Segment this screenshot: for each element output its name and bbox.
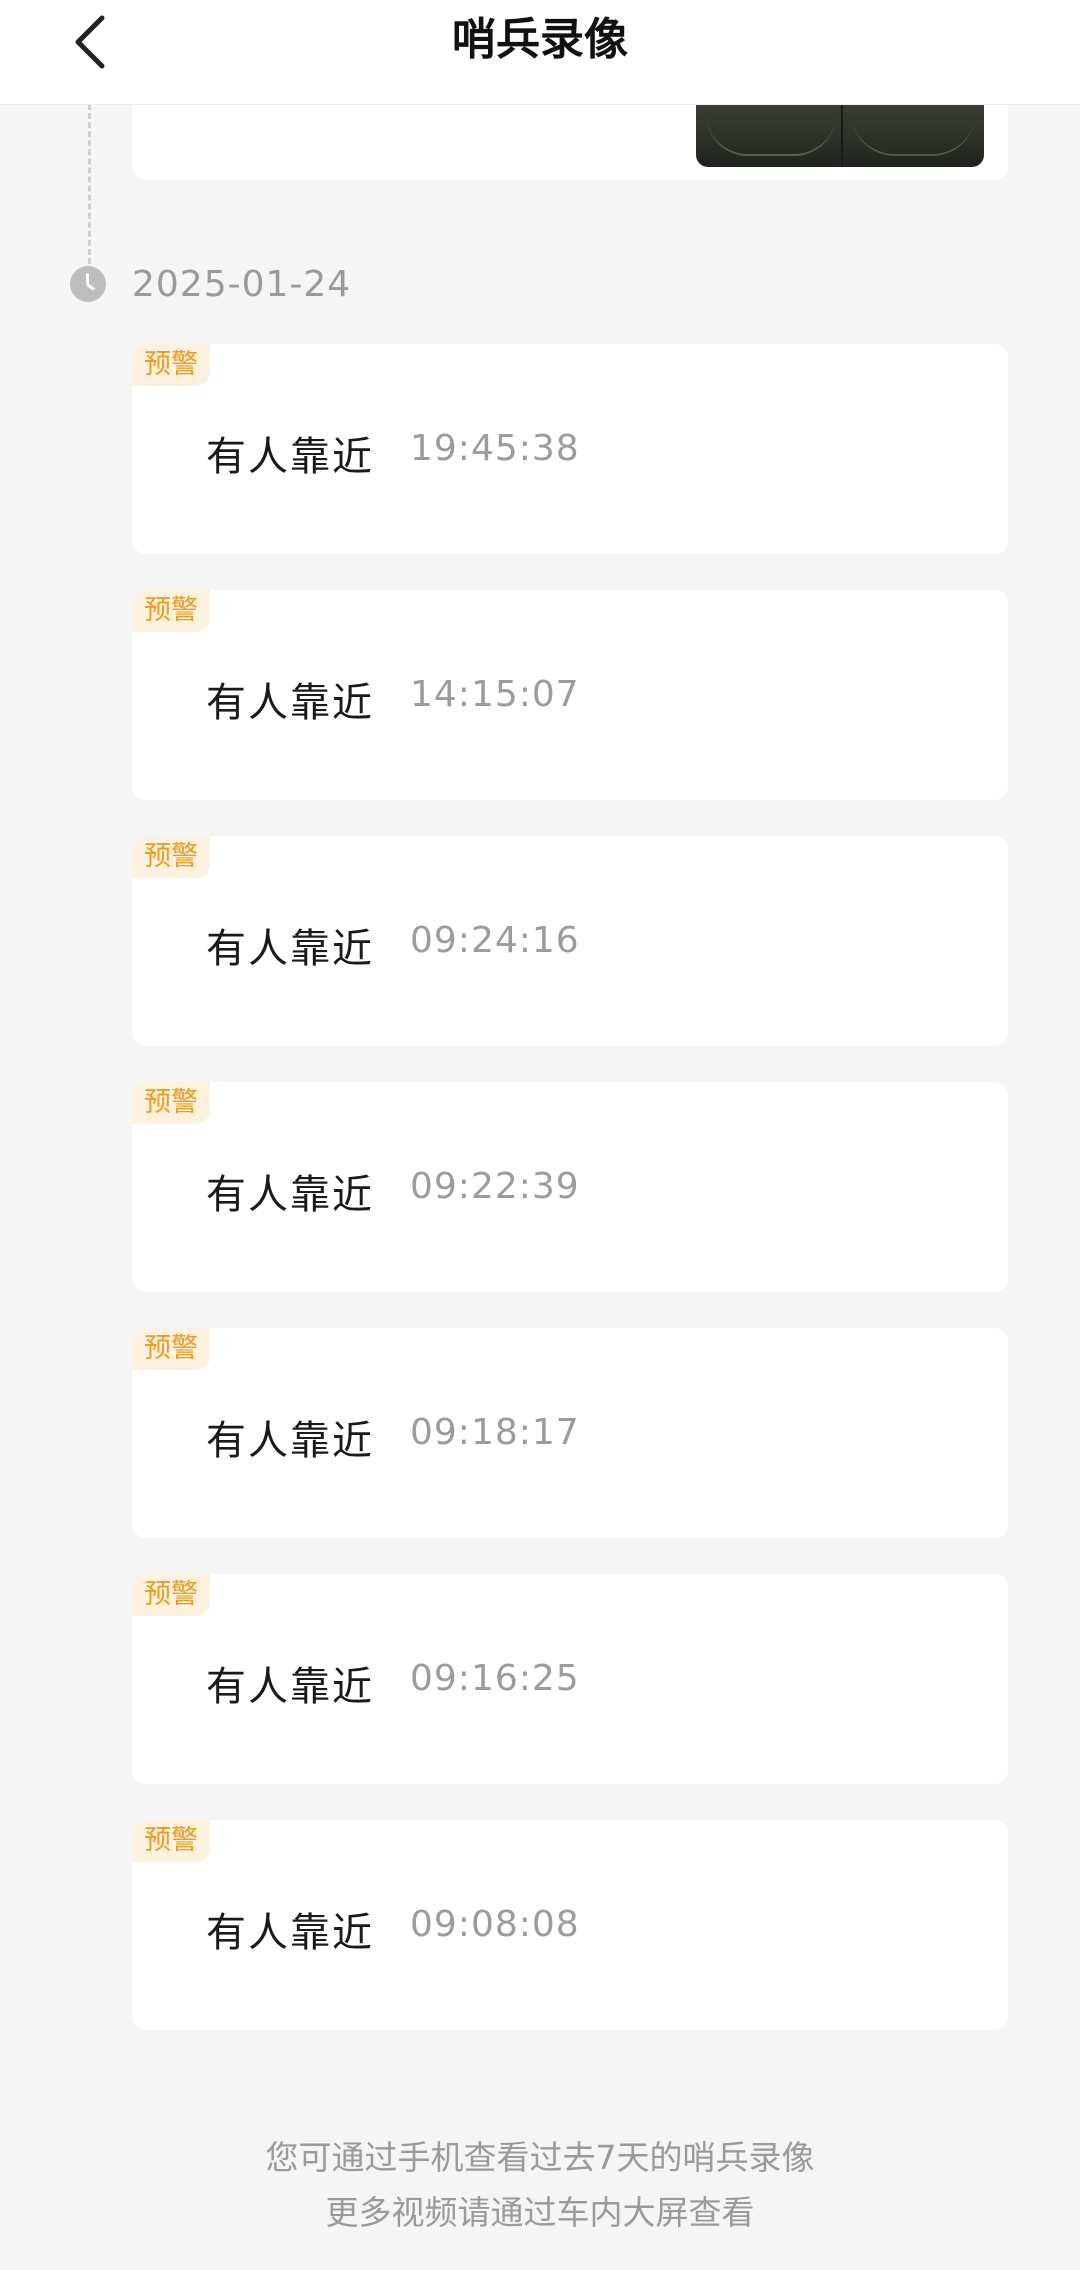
warning-badge: 预警: [132, 1574, 210, 1616]
warning-badge: 预警: [132, 344, 210, 386]
event-card[interactable]: 预警 有人靠近 09:24:16: [132, 836, 1008, 1046]
date-label: 2025-01-24: [132, 263, 352, 305]
event-card[interactable]: 预警 有人靠近 19:45:38: [132, 344, 1008, 554]
back-button[interactable]: [60, 8, 120, 76]
warning-badge: 预警: [132, 836, 210, 878]
footer-line-1: 您可通过手机查看过去7天的哨兵录像: [265, 2138, 815, 2177]
warning-badge: 预警: [132, 590, 210, 632]
event-time: 09:22:39: [410, 1166, 580, 1207]
event-title: 有人靠近: [206, 1910, 374, 1956]
timeline-connector: [88, 104, 91, 264]
event-title: 有人靠近: [206, 680, 374, 726]
event-card[interactable]: 预警 有人靠近 14:15:07: [132, 590, 1008, 800]
event-card[interactable]: 预警 有人靠近 09:22:39: [132, 1082, 1008, 1292]
footer-note: 您可通过手机查看过去7天的哨兵录像 更多视频请通过车内大屏查看: [0, 2130, 1080, 2240]
event-time: 19:45:38: [410, 428, 580, 469]
date-group-header: 2025-01-24: [70, 262, 351, 306]
event-time: 09:24:16: [410, 920, 580, 961]
warning-badge: 预警: [132, 1328, 210, 1370]
warning-badge: 预警: [132, 1820, 210, 1862]
page-title: 哨兵录像: [452, 14, 628, 65]
footer-line-2: 更多视频请通过车内大屏查看: [325, 2193, 755, 2232]
chevron-left-icon: [75, 15, 105, 69]
event-title: 有人靠近: [206, 1172, 374, 1218]
event-time: 09:16:25: [410, 1658, 580, 1699]
event-list: 预警 有人靠近 19:45:38 预警 有人靠近 14:15:07 预警 有人靠…: [132, 344, 1008, 2066]
warning-badge: 预警: [132, 1082, 210, 1124]
event-card[interactable]: 预警 有人靠近 09:18:17: [132, 1328, 1008, 1538]
header-bar: 哨兵录像: [0, 0, 1080, 105]
event-time: 14:15:07: [410, 674, 580, 715]
event-title: 有人靠近: [206, 1664, 374, 1710]
event-title: 有人靠近: [206, 926, 374, 972]
event-time: 09:18:17: [410, 1412, 580, 1453]
event-time: 09:08:08: [410, 1904, 580, 1945]
event-card[interactable]: 预警 有人靠近 09:16:25: [132, 1574, 1008, 1784]
event-title: 有人靠近: [206, 1418, 374, 1464]
event-card[interactable]: 预警 有人靠近 09:08:08: [132, 1820, 1008, 2030]
video-thumbnail[interactable]: [696, 104, 984, 167]
event-title: 有人靠近: [206, 434, 374, 480]
clock-icon: [70, 266, 106, 302]
